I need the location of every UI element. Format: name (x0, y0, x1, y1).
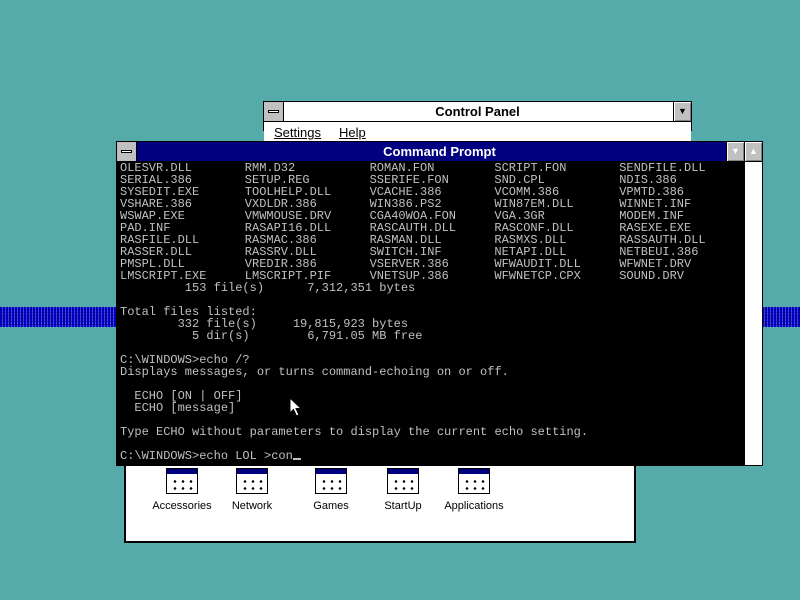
program-group-icon (458, 468, 490, 494)
icon-label: StartUp (384, 500, 422, 512)
program-group-icon (315, 468, 347, 494)
command-prompt-window[interactable]: Command Prompt ▼ ▲ OLESVR.DLL RMM.D32 ROMA… (116, 141, 763, 466)
minimize-button[interactable]: ▼ (726, 142, 744, 161)
minimize-button[interactable]: ▼ (673, 102, 691, 121)
group-icon-startup[interactable]: StartUp (363, 468, 443, 512)
menu-settings[interactable]: Settings (274, 125, 321, 140)
minimize-icon: ▼ (678, 106, 687, 116)
menu-help[interactable]: Help (339, 125, 366, 140)
system-menu-icon (268, 110, 279, 113)
console-line: 153 file(s) 7,312,351 bytes (120, 281, 416, 295)
icon-label: Games (313, 500, 349, 512)
system-menu-button[interactable] (264, 102, 284, 121)
window-title: Command Prompt (383, 144, 496, 159)
file-name: WFWNETCP.CPX (494, 269, 581, 283)
menu-label: Settings (274, 124, 321, 140)
group-icon-network[interactable]: Network (212, 468, 292, 512)
mouse-pointer-icon (289, 397, 303, 417)
console-line: Type ECHO without parameters to display … (120, 425, 589, 439)
group-icon-applications[interactable]: Applications (434, 468, 514, 512)
menu-label: Help (338, 124, 366, 140)
window-title: Control Panel (435, 104, 520, 119)
group-icon-games[interactable]: Games (291, 468, 371, 512)
console-line: Displays messages, or turns command-echo… (120, 365, 509, 379)
command-prompt-titlebar[interactable]: Command Prompt ▼ ▲ (117, 142, 762, 162)
control-panel-menubar: Settings Help (264, 122, 691, 142)
icon-label: Network (231, 500, 273, 512)
console-line: ECHO [message] (120, 401, 236, 415)
minimize-icon: ▼ (731, 146, 740, 156)
maximize-button[interactable]: ▲ (744, 142, 762, 161)
maximize-icon: ▲ (749, 146, 758, 156)
program-group-icon (236, 468, 268, 494)
system-menu-button[interactable] (117, 142, 137, 161)
console-output[interactable]: OLESVR.DLL RMM.D32 ROMAN.FON SCRIPT.FON SEND… (120, 162, 744, 465)
icon-label: Applications (444, 500, 504, 512)
icon-label: Accessories (152, 500, 212, 512)
console-line: 5 dir(s) 6,791.05 MB free (120, 329, 423, 343)
program-group-window: Accessories Network Games StartUp Applicatio… (124, 455, 636, 543)
program-group-icon (166, 468, 198, 494)
control-panel-titlebar[interactable]: Control Panel ▼ (264, 102, 691, 122)
system-menu-icon (121, 150, 132, 153)
group-icon-accessories[interactable]: Accessories (142, 468, 222, 512)
vertical-scrollbar[interactable] (744, 162, 762, 465)
program-group-icon (387, 468, 419, 494)
console-line: C:\WINDOWS>echo LOL >con (120, 450, 744, 462)
control-panel-window[interactable]: Control Panel ▼ Settings Help (263, 101, 692, 142)
text-cursor (292, 458, 301, 460)
file-name: SOUND.DRV (619, 269, 684, 283)
